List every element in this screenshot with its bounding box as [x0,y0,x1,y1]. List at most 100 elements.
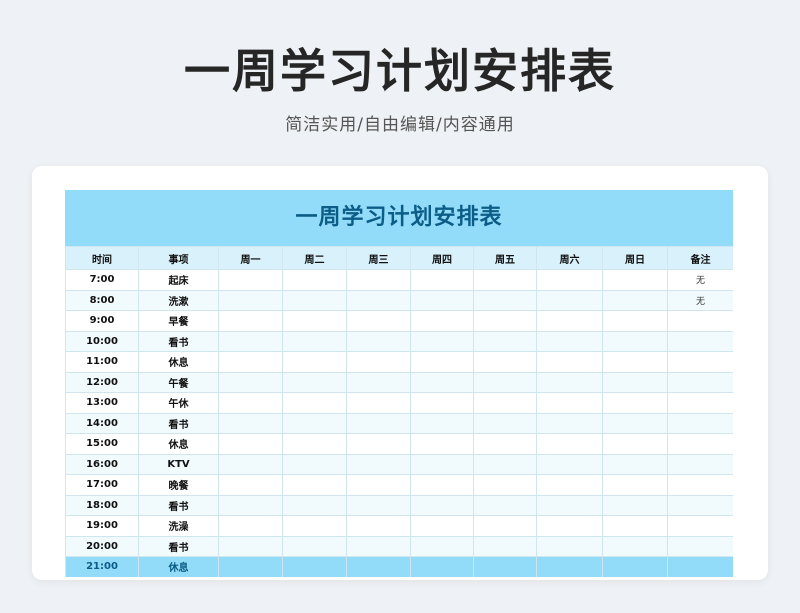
cell-fri[interactable] [473,412,537,434]
cell-mon[interactable] [218,289,283,311]
cell-thu[interactable] [410,371,474,393]
time-cell[interactable]: 18:00 [65,494,139,516]
item-cell[interactable]: 早餐 [138,310,219,332]
cell-mon[interactable] [218,433,283,455]
note-cell[interactable] [667,453,733,475]
time-cell[interactable]: 20:00 [65,535,139,557]
note-cell[interactable] [667,412,733,434]
cell-thu[interactable] [410,392,474,414]
cell-wed[interactable] [346,535,411,557]
cell-wed[interactable] [346,289,411,311]
cell-fri[interactable] [473,371,537,393]
cell-wed[interactable] [346,474,411,496]
cell-thu[interactable] [410,515,474,537]
note-cell[interactable] [667,515,733,537]
cell-sun[interactable] [602,412,668,434]
cell-mon[interactable] [218,494,283,516]
cell-thu[interactable] [410,535,474,557]
cell-mon[interactable] [218,535,283,557]
item-cell[interactable]: 午餐 [138,371,219,393]
cell-mon[interactable] [218,371,283,393]
cell-fri[interactable] [473,453,537,475]
cell-thu[interactable] [410,433,474,455]
cell-sat[interactable] [536,269,603,291]
note-cell[interactable] [667,351,733,373]
cell-tue[interactable] [282,351,347,373]
time-cell[interactable]: 17:00 [65,474,139,496]
note-cell[interactable]: 无 [667,269,733,291]
cell-fri[interactable] [473,392,537,414]
note-cell[interactable] [667,310,733,332]
cell-sun[interactable] [602,330,668,352]
cell-wed[interactable] [346,330,411,352]
cell-sat[interactable] [536,289,603,311]
cell-fri[interactable] [473,289,537,311]
cell-wed[interactable] [346,433,411,455]
cell-wed[interactable] [346,515,411,537]
note-cell[interactable] [667,371,733,393]
cell-tue[interactable] [282,515,347,537]
cell-sun[interactable] [602,515,668,537]
note-cell[interactable] [667,474,733,496]
cell-mon[interactable] [218,453,283,475]
cell-fri[interactable] [473,330,537,352]
note-cell[interactable] [667,535,733,557]
cell-thu[interactable] [410,556,474,577]
cell-sat[interactable] [536,515,603,537]
cell-tue[interactable] [282,494,347,516]
cell-thu[interactable] [410,269,474,291]
time-cell[interactable]: 9:00 [65,310,139,332]
item-cell[interactable]: 看书 [138,535,219,557]
cell-wed[interactable] [346,494,411,516]
cell-sat[interactable] [536,371,603,393]
cell-mon[interactable] [218,310,283,332]
cell-tue[interactable] [282,289,347,311]
cell-tue[interactable] [282,371,347,393]
cell-sat[interactable] [536,310,603,332]
cell-fri[interactable] [473,535,537,557]
cell-mon[interactable] [218,269,283,291]
item-cell[interactable]: 看书 [138,494,219,516]
cell-sun[interactable] [602,289,668,311]
cell-wed[interactable] [346,412,411,434]
cell-sat[interactable] [536,474,603,496]
time-cell[interactable]: 8:00 [65,289,139,311]
note-cell[interactable] [667,392,733,414]
cell-thu[interactable] [410,289,474,311]
cell-sun[interactable] [602,351,668,373]
cell-fri[interactable] [473,310,537,332]
cell-wed[interactable] [346,371,411,393]
cell-sun[interactable] [602,371,668,393]
item-cell[interactable]: 洗澡 [138,515,219,537]
time-cell[interactable]: 14:00 [65,412,139,434]
cell-wed[interactable] [346,453,411,475]
note-cell[interactable] [667,433,733,455]
cell-fri[interactable] [473,474,537,496]
cell-thu[interactable] [410,351,474,373]
cell-mon[interactable] [218,412,283,434]
cell-tue[interactable] [282,330,347,352]
cell-mon[interactable] [218,556,283,577]
cell-sat[interactable] [536,453,603,475]
cell-sun[interactable] [602,474,668,496]
item-cell[interactable]: 看书 [138,330,219,352]
item-cell[interactable]: 休息 [138,433,219,455]
time-cell[interactable]: 10:00 [65,330,139,352]
cell-thu[interactable] [410,494,474,516]
item-cell[interactable]: 起床 [138,269,219,291]
note-cell[interactable]: 无 [667,289,733,311]
cell-wed[interactable] [346,392,411,414]
cell-sun[interactable] [602,453,668,475]
cell-sun[interactable] [602,310,668,332]
cell-tue[interactable] [282,556,347,577]
cell-fri[interactable] [473,269,537,291]
cell-tue[interactable] [282,453,347,475]
cell-fri[interactable] [473,515,537,537]
cell-sat[interactable] [536,330,603,352]
time-cell[interactable]: 19:00 [65,515,139,537]
cell-mon[interactable] [218,515,283,537]
cell-mon[interactable] [218,351,283,373]
cell-mon[interactable] [218,392,283,414]
cell-sun[interactable] [602,556,668,577]
cell-sat[interactable] [536,433,603,455]
